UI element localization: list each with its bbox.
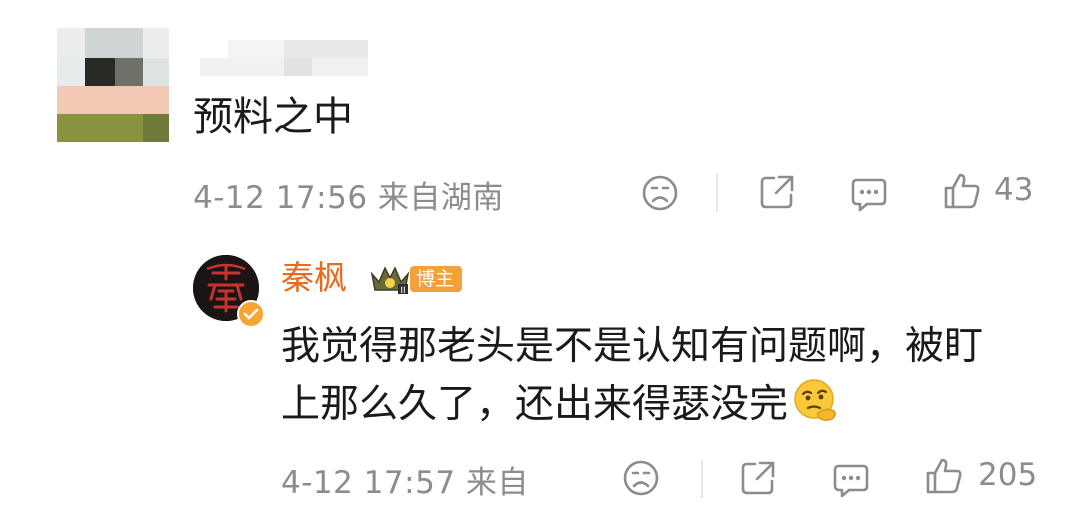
like-count: 43 [994, 172, 1034, 208]
thumbs-up-icon[interactable] [942, 171, 982, 211]
comment-text: 预料之中 [193, 94, 353, 140]
share-icon[interactable] [738, 458, 778, 498]
reply-author-name[interactable]: 秦枫 [281, 256, 347, 300]
share-icon[interactable] [757, 172, 797, 212]
comment-icon[interactable] [849, 174, 889, 214]
reply-text-line: 我觉得那老头是不是认知有问题啊，被盯 [281, 324, 984, 369]
username-blurred[interactable] [200, 40, 368, 76]
avatar[interactable] [57, 28, 169, 142]
crown-level-icon: II [370, 266, 410, 296]
comment-location: 来自湖南 [377, 180, 504, 216]
blogger-badge: 博主 [410, 266, 463, 292]
like-count: 205 [978, 457, 1038, 493]
verified-badge-icon [237, 300, 265, 328]
svg-text:II: II [400, 286, 405, 296]
reply-meta: 4-12 17:57 来自 [281, 457, 529, 502]
comment-time: 4-12 17:56 [193, 180, 368, 216]
comment-thread: 预料之中 4-12 17:56 来自湖南 43 秦枫 II 博主 我觉得那老头是… [0, 0, 1080, 526]
comment-meta: 4-12 17:56 来自湖南 [193, 172, 504, 217]
reply-text-line: 上那么久了，还出来得瑟没完 [281, 376, 1041, 434]
sad-face-icon[interactable] [640, 173, 680, 213]
reply-location: 来自 [465, 465, 529, 501]
reply-text-line-content: 上那么久了，还出来得瑟没完 [281, 382, 789, 427]
thinking-face-icon [794, 379, 836, 421]
divider [701, 460, 703, 498]
comment-icon[interactable] [831, 460, 871, 500]
reply-time: 4-12 17:57 [281, 465, 456, 501]
sad-face-icon[interactable] [621, 458, 661, 498]
thumbs-up-icon[interactable] [924, 456, 964, 496]
divider [716, 174, 718, 212]
reply-text: 我觉得那老头是不是认知有问题啊，被盯 上那么久了，还出来得瑟没完 [281, 318, 1041, 434]
